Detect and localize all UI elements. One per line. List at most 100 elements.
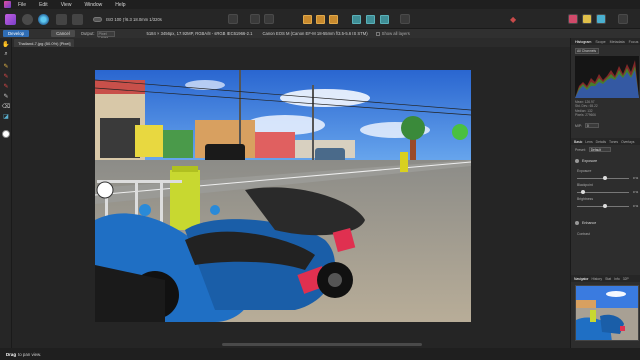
develop-button[interactable]: Develop — [3, 30, 30, 37]
tab-navigator[interactable]: Navigator — [574, 277, 589, 281]
channels-select[interactable]: All Channels — [575, 48, 599, 54]
menu-view[interactable]: View — [61, 2, 72, 8]
workspace-button[interactable] — [618, 13, 628, 25]
blemish-tool-icon[interactable]: ✎ — [2, 82, 10, 90]
overlay-paint-tool-icon[interactable]: ✎ — [2, 92, 10, 100]
menu-window[interactable]: Window — [84, 2, 102, 8]
menu-file[interactable]: File — [18, 2, 26, 8]
rotate-button[interactable] — [329, 13, 338, 25]
photo-persona-icon — [5, 13, 16, 25]
zoom-tool-icon[interactable]: ⌕ — [2, 50, 10, 58]
clipping-midtones-button[interactable] — [582, 13, 592, 25]
blackpoint-slider-knob[interactable] — [581, 190, 585, 194]
clip-midtones-icon — [582, 14, 592, 24]
view-button[interactable] — [228, 13, 238, 25]
tab-histogram[interactable]: Histogram — [575, 40, 591, 44]
enhance-toggle-icon[interactable] — [575, 221, 579, 225]
split-view-icon — [250, 14, 260, 24]
preset-select[interactable]: Default — [588, 147, 611, 152]
straighten-button[interactable] — [316, 13, 325, 25]
tab-tones[interactable]: Tones — [609, 140, 618, 144]
eye-icon — [228, 14, 238, 24]
red-eye-tool-icon[interactable]: ✎ — [2, 72, 10, 80]
tab-stat[interactable]: Stat — [605, 277, 611, 281]
histogram — [575, 56, 639, 98]
export-persona-button[interactable] — [72, 13, 83, 25]
histogram-tabs: Histogram Scope Metadata Focus — [571, 38, 640, 45]
white-balance-tool-icon[interactable]: ✎ — [2, 62, 10, 70]
overlay-gradient-button[interactable] — [352, 13, 361, 25]
clipping-shadows-button[interactable] — [568, 13, 578, 25]
exposure-section[interactable]: Exposure — [575, 159, 597, 163]
liquify-persona-button[interactable] — [22, 13, 33, 25]
horizontal-scrollbar[interactable] — [222, 343, 422, 346]
document-tab[interactable]: Thailand-7.jpg (50.0%) [Pixel] — [14, 39, 75, 47]
mirror-button[interactable] — [264, 13, 274, 25]
brightness-value[interactable]: 0 % — [633, 204, 640, 208]
brightness-slider-knob[interactable] — [603, 204, 607, 208]
rotate-icon — [329, 14, 338, 24]
document-tabs: Thailand-7.jpg (50.0%) [Pixel] — [12, 38, 570, 47]
tab-history[interactable]: History — [592, 277, 603, 281]
exposure-slider-label: Exposure — [577, 169, 592, 173]
toolbar: ISO 100 ƒ/6.3 18.0mm 1/320s ◆ — [0, 9, 640, 29]
exposure-slider[interactable] — [577, 176, 629, 180]
photo — [95, 70, 471, 322]
view-tool-icon[interactable]: ✋ — [2, 40, 10, 48]
tab-focus[interactable]: Focus — [629, 40, 639, 44]
exposure-slider-knob[interactable] — [603, 176, 607, 180]
overlay-erase-button[interactable] — [380, 13, 389, 25]
enhance-section-label: Enhance — [582, 221, 597, 225]
overlay-brush-button[interactable] — [366, 13, 375, 25]
blackpoint-slider[interactable] — [577, 190, 629, 194]
clip-shadows-icon — [568, 14, 578, 24]
tab-metadata[interactable]: Metadata — [610, 40, 625, 44]
exposure-value[interactable]: 0 % — [633, 176, 640, 180]
blackpoint-value[interactable]: 0 % — [633, 190, 640, 194]
assistant-icon — [400, 14, 410, 24]
photo-persona-button[interactable] — [5, 13, 16, 25]
stat-stddev: Std. Dev.: 65.22 — [575, 104, 598, 109]
clipping-highlights-button[interactable] — [596, 13, 606, 25]
menu-bar: File Edit View Window Help — [0, 0, 640, 9]
assistant-button[interactable] — [400, 13, 410, 25]
output-select[interactable]: Pixel Layer — [96, 30, 115, 40]
tab-lens[interactable]: Lens — [585, 140, 592, 144]
color-swatch[interactable] — [2, 130, 10, 138]
camera-info: ISO 100 ƒ/6.3 18.0mm 1/320s — [106, 16, 162, 22]
app-logo-icon — [4, 1, 11, 8]
brightness-slider[interactable] — [577, 204, 629, 208]
cancel-button[interactable]: Cancel — [51, 30, 75, 37]
navigator-thumbnail[interactable] — [575, 285, 639, 341]
tab-scope[interactable]: Scope — [595, 40, 605, 44]
tone-mapping-persona-button[interactable] — [56, 13, 67, 25]
show-layers-checkbox[interactable] — [375, 31, 380, 36]
liquify-persona-icon — [22, 13, 33, 25]
tab-overlays[interactable]: Overlays — [621, 140, 634, 144]
exposure-toggle-icon[interactable] — [575, 159, 579, 163]
mip-input[interactable]: 0 — [585, 123, 599, 128]
exif-toggle[interactable] — [93, 13, 102, 25]
eraser-icon — [380, 14, 389, 24]
menu-edit[interactable]: Edit — [39, 2, 48, 8]
enhance-section[interactable]: Enhance — [575, 221, 596, 225]
right-panel: Histogram Scope Metadata Focus All Chann… — [570, 38, 640, 348]
gradient-icon — [352, 14, 361, 24]
tab-info[interactable]: Info — [614, 277, 620, 281]
menu-help[interactable]: Help — [115, 2, 125, 8]
tab-32p[interactable]: 32P — [623, 277, 629, 281]
show-layers-label: Show all layers — [381, 31, 410, 36]
preset-row: Preset: Default — [575, 147, 611, 152]
canvas-area[interactable] — [12, 47, 570, 348]
warning-button[interactable]: ◆ — [510, 13, 516, 25]
workspace-icon — [618, 14, 628, 24]
preset-label: Preset: — [575, 147, 586, 152]
overlay-erase-tool-icon[interactable]: ⌫ — [2, 102, 10, 110]
gradient-tool-icon[interactable]: ◪ — [2, 112, 10, 120]
tab-basic[interactable]: Basic — [574, 140, 582, 144]
before-after-button[interactable] — [250, 13, 260, 25]
develop-subtabs: Basic Lens Details Tones Overlays — [571, 138, 640, 145]
crop-tool-button[interactable] — [303, 13, 312, 25]
tab-details[interactable]: Details — [596, 140, 606, 144]
develop-persona-button[interactable] — [38, 13, 49, 25]
